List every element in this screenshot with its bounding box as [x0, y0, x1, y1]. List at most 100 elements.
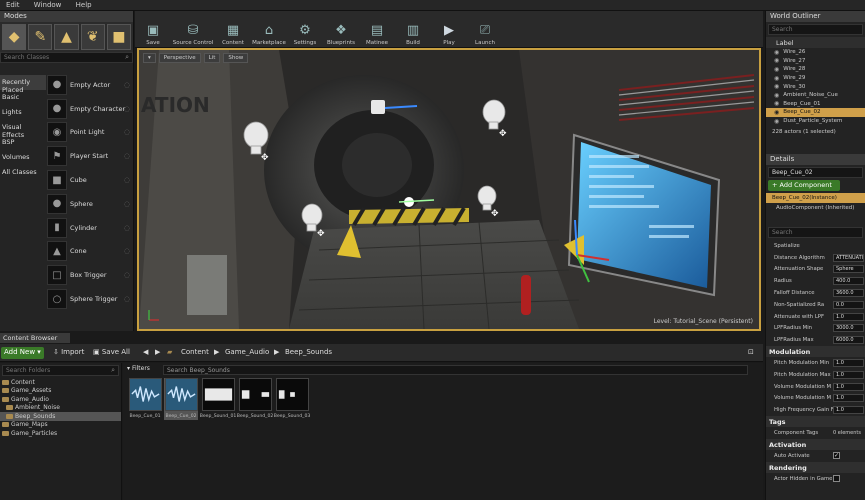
tree-item-content[interactable]: Content [0, 378, 121, 387]
category-recently-placed[interactable]: Recently Placed [0, 75, 46, 94]
save-all-button[interactable]: ▣ Save All [90, 347, 133, 359]
add-new-button[interactable]: Add New ▾ [1, 347, 44, 359]
placeable-item[interactable]: ● Empty Character ◌ [47, 97, 133, 121]
category-volumes[interactable]: Volumes [0, 150, 46, 165]
property-value[interactable]: 1.0 [833, 312, 864, 321]
content-button[interactable]: ▦ Content [215, 11, 251, 48]
menu-edit[interactable]: Edit [0, 0, 26, 9]
asset-tile-selected[interactable]: Beep_Cue_02 [164, 378, 198, 420]
marketplace-button[interactable]: ⌂ Marketplace [251, 11, 287, 48]
level-viewport[interactable]: ATION ✥ ✥ ✥ ✥ ▾ Perspective Lit Show Lev… [137, 48, 761, 331]
foliage-mode-icon[interactable]: ❦ [80, 24, 105, 50]
eye-icon[interactable]: ◉ [774, 118, 779, 125]
asset-search-input[interactable]: Search Beep_Sounds [163, 365, 748, 375]
menu-help[interactable]: Help [70, 0, 98, 9]
lit-button[interactable]: Lit [203, 53, 221, 63]
placeable-item[interactable]: ■ Cube ◌ [47, 168, 133, 192]
back-arrow-icon[interactable]: ◀ [140, 347, 151, 359]
landscape-mode-icon[interactable]: ▲ [54, 24, 79, 50]
outliner-column-label[interactable]: Label [766, 37, 865, 48]
class-search-input[interactable]: Search Classes ⌕ [0, 52, 133, 63]
outliner-item[interactable]: ◉ Wire_27 [766, 57, 865, 66]
tree-item-game-assets[interactable]: Game_Assets [0, 387, 121, 396]
add-component-button[interactable]: + Add Component [768, 180, 840, 191]
viewport-options-button[interactable]: ▾ [143, 53, 156, 63]
category-visual-effects[interactable]: Visual Effects [0, 120, 46, 139]
property-value[interactable]: Sphere [833, 265, 864, 274]
placeable-item[interactable]: ▲ Cone ◌ [47, 240, 133, 264]
property-value[interactable]: 0.0 [833, 300, 864, 309]
breadcrumb-beep-sounds[interactable]: Beep_Sounds [282, 347, 335, 359]
placeable-item[interactable]: ⚑ Player Start ◌ [47, 144, 133, 168]
import-button[interactable]: ⇩ Import [50, 347, 87, 359]
placeable-item[interactable]: ○ Sphere Trigger ◌ [47, 287, 133, 311]
blueprints-button[interactable]: ❖ Blueprints [323, 11, 359, 48]
outliner-item[interactable]: ◉ Wire_30 [766, 82, 865, 91]
menu-window[interactable]: Window [28, 0, 68, 9]
property-value[interactable]: 6000.0 [833, 336, 864, 345]
property-value[interactable]: ATTENUATION [833, 253, 864, 262]
play-button[interactable]: ▶ Play [431, 11, 467, 48]
rendering-section[interactable]: Rendering [766, 461, 865, 473]
modulation-section[interactable]: Modulation [766, 346, 865, 358]
settings-button[interactable]: ⚙ Settings [287, 11, 323, 48]
property-value[interactable]: 400.0 [833, 277, 864, 286]
save-button[interactable]: ▣ Save [135, 11, 171, 48]
activation-section[interactable]: Activation [766, 438, 865, 450]
placeable-item[interactable]: ◉ Point Light ◌ [47, 121, 133, 145]
tree-item-game-maps[interactable]: Game_Maps [0, 421, 121, 430]
tree-item-game-particles[interactable]: Game_Particles [0, 429, 121, 438]
content-browser-tab[interactable]: Content Browser [0, 333, 70, 343]
instance-row[interactable]: Beep_Cue_02(Instance) [766, 193, 865, 203]
eye-icon[interactable]: ◉ [774, 75, 779, 82]
placeable-item[interactable]: □ Box Trigger ◌ [47, 263, 133, 287]
asset-tile[interactable]: Beep_Sound_03 [274, 378, 310, 420]
category-all-classes[interactable]: All Classes [0, 165, 46, 180]
category-lights[interactable]: Lights [0, 105, 46, 120]
outliner-item[interactable]: ◉ Beep_Cue_01 [766, 100, 865, 109]
property-value[interactable]: 1.0 [833, 370, 864, 379]
outliner-item-selected[interactable]: ◉ Beep_Cue_02 [766, 108, 865, 117]
property-value[interactable]: 1.0 [833, 359, 864, 368]
property-value[interactable]: 3000.0 [833, 324, 864, 333]
asset-tile[interactable]: Beep_Sound_01 [200, 378, 236, 420]
outliner-search-input[interactable]: Search [768, 24, 863, 35]
place-mode-icon[interactable]: ◆ [2, 24, 27, 50]
tree-item-ambient-noise[interactable]: Ambient_Noise [0, 404, 121, 413]
eye-icon[interactable]: ◉ [774, 83, 779, 90]
asset-tile[interactable]: Beep_Sound_02 [237, 378, 273, 420]
outliner-item[interactable]: ◉ Ambient_Noise_Cue [766, 91, 865, 100]
property-value[interactable]: 1.0 [833, 406, 864, 415]
perspective-button[interactable]: Perspective [158, 53, 201, 63]
build-button[interactable]: ▥ Build [395, 11, 431, 48]
filters-button[interactable]: ▾ Filters [127, 365, 150, 374]
placeable-item[interactable]: ● Sphere ◌ [47, 192, 133, 216]
geometry-mode-icon[interactable]: ■ [106, 24, 132, 50]
breadcrumb-content[interactable]: Content [178, 347, 212, 359]
tags-section[interactable]: Tags [766, 416, 865, 428]
property-value[interactable]: 1.0 [833, 382, 864, 391]
details-tab[interactable]: Details [766, 154, 865, 165]
actor-name-field[interactable]: Beep_Cue_02 [768, 167, 863, 178]
source-control-button[interactable]: ⛁ Source Control [171, 11, 215, 48]
world-outliner-tab[interactable]: World Outliner [766, 11, 865, 22]
eye-icon[interactable]: ◉ [774, 57, 779, 64]
eye-icon[interactable]: ◉ [774, 109, 779, 116]
eye-icon[interactable]: ◉ [774, 49, 779, 56]
tree-item-beep-sounds[interactable]: Beep_Sounds [0, 412, 121, 421]
auto-activate-checkbox[interactable]: ✓ [833, 452, 840, 460]
matinee-button[interactable]: ▤ Matinee [359, 11, 395, 48]
property-value[interactable]: 1.0 [833, 394, 864, 403]
tree-item-game-audio[interactable]: Game_Audio [0, 395, 121, 404]
eye-icon[interactable]: ◉ [774, 100, 779, 107]
details-search-input[interactable]: Search [768, 227, 863, 238]
breadcrumb-game-audio[interactable]: Game_Audio [222, 347, 272, 359]
actor-hidden-checkbox[interactable] [833, 475, 840, 483]
outliner-item[interactable]: ◉ Wire_29 [766, 74, 865, 83]
placeable-item[interactable]: ▮ Cylinder ◌ [47, 216, 133, 240]
eye-icon[interactable]: ◉ [774, 66, 779, 73]
launch-button[interactable]: ⎚ Launch [467, 11, 503, 48]
modes-tab[interactable]: Modes [0, 11, 133, 22]
folder-search-input[interactable]: Search Folders ⌕ [2, 365, 119, 376]
paint-mode-icon[interactable]: ✎ [28, 24, 53, 50]
